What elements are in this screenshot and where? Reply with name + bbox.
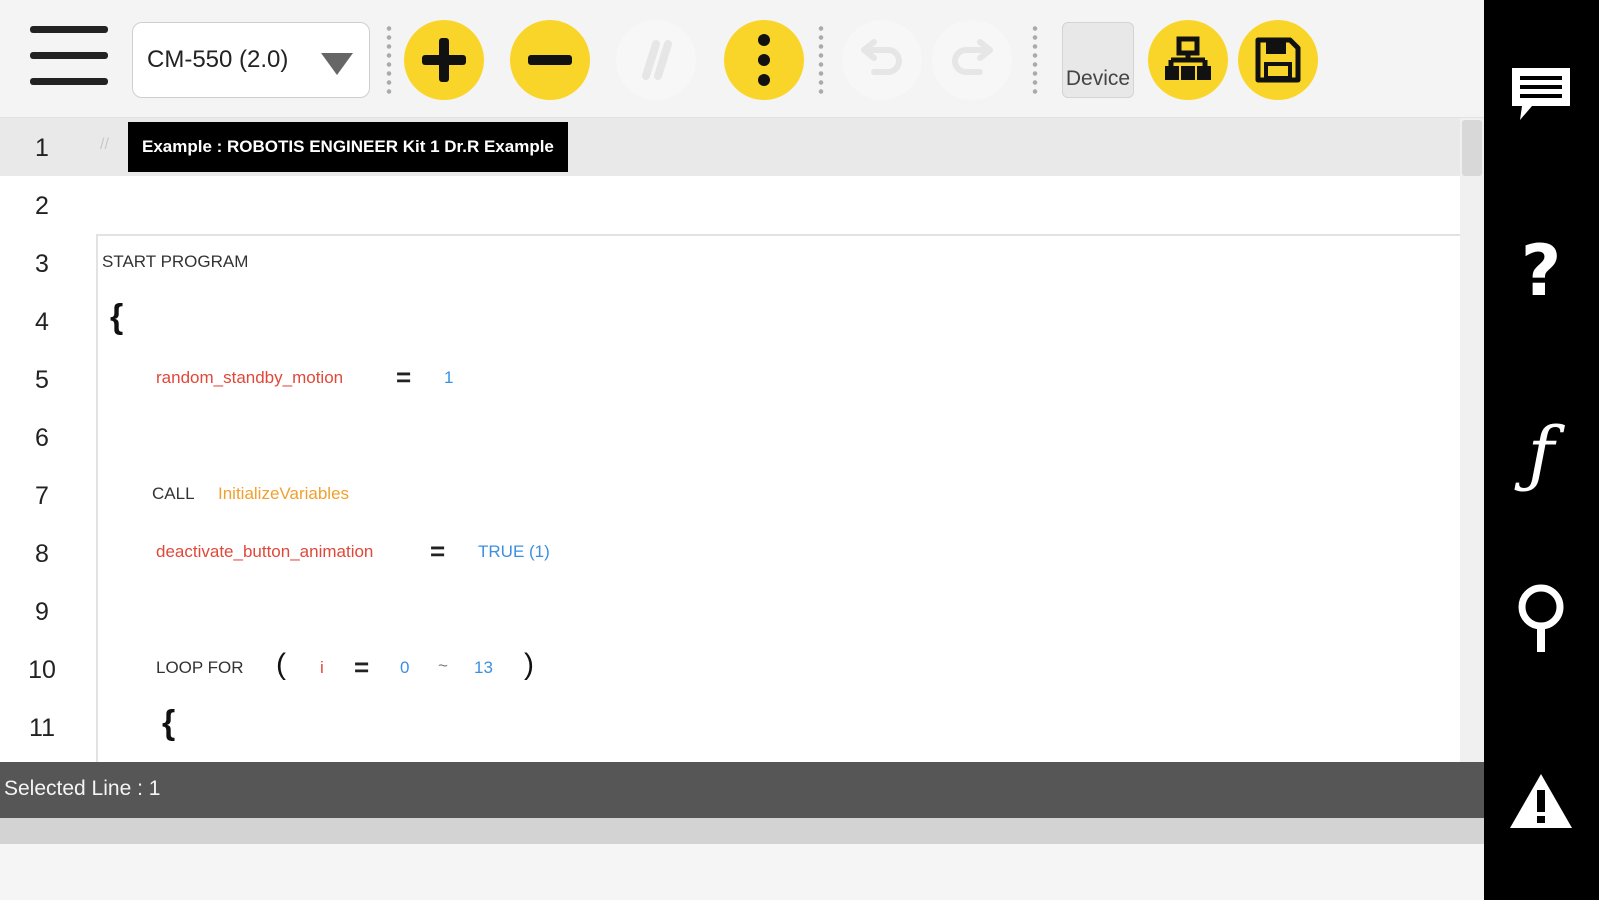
help-button[interactable]: ? (1506, 230, 1576, 312)
question-icon: ? (1520, 230, 1562, 312)
chat-icon (1512, 68, 1570, 120)
call-keyword[interactable]: CALL (152, 484, 195, 504)
code-line-6[interactable]: 6 (0, 408, 1460, 466)
magnifier-icon (1518, 584, 1564, 652)
editor-scrollbar[interactable] (1460, 118, 1484, 762)
close-paren: ) (524, 648, 534, 681)
line-number: 9 (35, 598, 49, 626)
code-line-4[interactable]: 4 { (0, 292, 1460, 350)
start-program-keyword[interactable]: START PROGRAM (102, 252, 248, 272)
line-number: 7 (35, 482, 49, 510)
line-number: 2 (35, 192, 49, 220)
comment-slash-icon (642, 40, 672, 80)
constant-token[interactable]: TRUE (1) (478, 542, 550, 562)
line-number: 1 (35, 134, 49, 162)
assign-operator[interactable]: = (396, 362, 411, 393)
variable-token[interactable]: deactivate_button_animation (156, 542, 373, 562)
line-number: 3 (35, 250, 49, 278)
assign-operator[interactable]: = (430, 536, 445, 567)
toolbar: CM-550 (2.0) Device (0, 0, 1484, 118)
line-number: 5 (35, 366, 49, 394)
comment-toggle-button[interactable] (616, 20, 696, 100)
hamburger-menu-button[interactable] (30, 26, 108, 92)
scrollbar-thumb[interactable] (1462, 120, 1482, 176)
loop-open-brace: { (162, 704, 176, 742)
code-line-8[interactable]: 8 deactivate_button_animation = TRUE (1) (0, 524, 1460, 582)
redo-icon (952, 39, 993, 75)
loop-end-token[interactable]: 13 (474, 658, 493, 678)
more-options-button[interactable] (724, 20, 804, 100)
toolbar-separator (818, 24, 824, 98)
selected-line-status: Selected Line : 1 (4, 777, 161, 800)
plus-icon (422, 38, 466, 82)
range-separator: ~ (438, 656, 448, 675)
loop-start-token[interactable]: 0 (400, 658, 409, 678)
code-line-10[interactable]: 10 LOOP FOR ( i = 0 ~ 13 ) (0, 640, 1460, 698)
device-button[interactable]: Device (1062, 22, 1134, 98)
loop-variable-token[interactable]: i (320, 658, 324, 678)
bottom-panel (0, 844, 1484, 900)
right-sidebar: ? ƒ (1484, 0, 1599, 900)
code-line-3[interactable]: 3 START PROGRAM (0, 234, 1460, 292)
code-line-1[interactable]: 1 // Example : ROBOTIS ENGINEER Kit 1 Dr… (0, 118, 1460, 176)
code-line-7[interactable]: 7 CALL InitializeVariables (0, 466, 1460, 524)
chat-button[interactable] (1506, 58, 1576, 128)
comment-marker: // (100, 136, 109, 153)
search-button[interactable] (1506, 584, 1576, 654)
toolbar-separator (386, 24, 392, 98)
vertical-dots-icon (758, 34, 770, 86)
device-select[interactable]: CM-550 (2.0) (132, 22, 370, 98)
save-icon (1255, 37, 1301, 83)
line-number: 4 (35, 308, 49, 336)
status-bar: Selected Line : 1 (0, 762, 1484, 818)
assign-operator[interactable]: = (354, 652, 369, 683)
code-line-2[interactable]: 2 (0, 176, 1460, 234)
loop-for-keyword[interactable]: LOOP FOR (156, 658, 244, 678)
hamburger-icon (30, 26, 108, 33)
minus-icon (528, 55, 572, 65)
undo-button[interactable] (842, 20, 922, 100)
hierarchy-button[interactable] (1148, 20, 1228, 100)
device-select-value: CM-550 (2.0) (147, 46, 289, 73)
function-icon: ƒ (1527, 411, 1555, 495)
chevron-down-icon (321, 53, 353, 75)
function-button[interactable]: ƒ (1506, 411, 1576, 495)
open-paren: ( (276, 648, 286, 681)
device-button-label: Device (1065, 67, 1131, 90)
hierarchy-icon (1165, 36, 1211, 80)
function-token[interactable]: InitializeVariables (218, 484, 349, 504)
line-number: 8 (35, 540, 49, 568)
toolbar-separator (1032, 24, 1038, 98)
line-number: 11 (29, 714, 55, 742)
line-number: 10 (28, 656, 56, 684)
remove-line-button[interactable] (510, 20, 590, 100)
code-line-5[interactable]: 5 random_standby_motion = 1 (0, 350, 1460, 408)
open-brace: { (110, 298, 124, 336)
add-line-button[interactable] (404, 20, 484, 100)
number-token[interactable]: 1 (444, 368, 453, 388)
code-editor[interactable]: 1 // Example : ROBOTIS ENGINEER Kit 1 Dr… (0, 118, 1484, 762)
undo-icon (861, 39, 902, 75)
status-divider (0, 818, 1484, 844)
program-title-comment[interactable]: Example : ROBOTIS ENGINEER Kit 1 Dr.R Ex… (128, 122, 568, 172)
redo-button[interactable] (932, 20, 1012, 100)
code-line-11[interactable]: 11 { (0, 698, 1460, 756)
variable-token[interactable]: random_standby_motion (156, 368, 343, 388)
warning-button[interactable] (1506, 766, 1576, 836)
save-button[interactable] (1238, 20, 1318, 100)
warning-icon (1510, 774, 1572, 828)
code-line-9[interactable]: 9 (0, 582, 1460, 640)
line-number: 6 (35, 424, 49, 452)
